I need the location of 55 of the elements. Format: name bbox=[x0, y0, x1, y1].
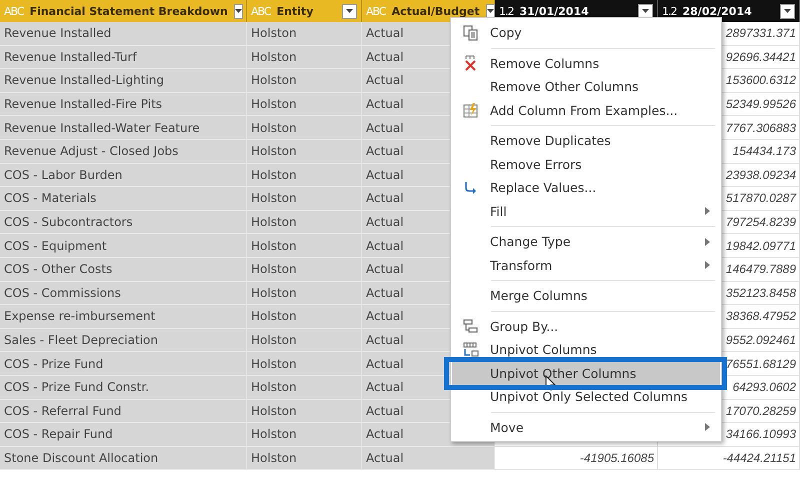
table-cell: Holston bbox=[247, 92, 362, 116]
table-cell: Expense re-imbursement bbox=[0, 305, 247, 329]
table-cell: Holston bbox=[247, 164, 362, 188]
table-cell: COS - Commissions bbox=[0, 282, 247, 306]
table-cell: Actual bbox=[362, 446, 495, 470]
column-title: 28/02/2014 bbox=[682, 4, 753, 18]
table-cell: Revenue Installed-Water Feature bbox=[0, 116, 247, 140]
column-title: 31/01/2014 bbox=[520, 4, 590, 18]
table-cell: Holston bbox=[247, 187, 362, 211]
table-cell: Holston bbox=[247, 46, 362, 70]
type-label: 1.2 bbox=[499, 4, 514, 18]
type-label: 1.2 bbox=[662, 4, 676, 18]
table-cell: Holston bbox=[247, 258, 362, 282]
table-cell: Holston bbox=[247, 352, 362, 376]
table-cell: -44424.21151 bbox=[658, 446, 800, 470]
column-header[interactable]: ABC Financial Statement Breakdown bbox=[0, 0, 247, 22]
table-cell: Holston bbox=[247, 376, 362, 400]
table-cell: COS - Materials bbox=[0, 187, 247, 211]
table-cell: COS - Repair Fund bbox=[0, 423, 247, 447]
table-cell: COS - Labor Burden bbox=[0, 164, 247, 188]
table-cell: Revenue Installed-Fire Pits bbox=[0, 92, 247, 116]
table-cell: Holston bbox=[247, 446, 362, 470]
column-title: Entity bbox=[276, 4, 314, 18]
table-cell: Holston bbox=[247, 234, 362, 258]
table-cell: Holston bbox=[247, 69, 362, 93]
table-cell: COS - Prize Fund Constr. bbox=[0, 376, 247, 400]
table-cell: Revenue Installed-Turf bbox=[0, 46, 247, 70]
table-cell: COS - Other Costs bbox=[0, 258, 247, 282]
table-cell: Holston bbox=[247, 116, 362, 140]
table-cell: Holston bbox=[247, 282, 362, 306]
table-cell: COS - Equipment bbox=[0, 234, 247, 258]
table-cell: COS - Referral Fund bbox=[0, 400, 247, 424]
table-cell: Holston bbox=[247, 22, 362, 46]
table-cell: COS - Subcontractors bbox=[0, 210, 247, 234]
column-header[interactable]: 1.2 28/02/2014 bbox=[658, 0, 800, 22]
table-cell: COS - Prize Fund bbox=[0, 352, 247, 376]
table-cell: Holston bbox=[247, 400, 362, 424]
table-cell: Holston bbox=[247, 210, 362, 234]
column-header[interactable]: ABC Actual/Budget bbox=[362, 0, 495, 22]
table-cell: Sales - Fleet Depreciation bbox=[0, 328, 247, 352]
table-cell: Revenue Installed bbox=[0, 22, 247, 46]
column-header[interactable]: ABC Entity bbox=[247, 0, 362, 22]
table-cell: Holston bbox=[247, 328, 362, 352]
table-cell: Revenue Adjust - Closed Jobs bbox=[0, 140, 247, 164]
table-cell: Holston bbox=[247, 305, 362, 329]
column-title: Financial Statement Breakdown bbox=[30, 4, 228, 18]
table-cell: Revenue Installed-Lighting bbox=[0, 69, 247, 93]
table-cell: Holston bbox=[247, 423, 362, 447]
type-label: ABC bbox=[4, 4, 24, 18]
type-label: ABC bbox=[251, 4, 271, 18]
type-label: ABC bbox=[366, 4, 386, 18]
column-title: Actual/Budget bbox=[392, 4, 480, 18]
table-cell: Stone Discount Allocation bbox=[0, 446, 247, 470]
table-cell: -41905.16085 bbox=[495, 446, 658, 470]
table-cell: Holston bbox=[247, 140, 362, 164]
